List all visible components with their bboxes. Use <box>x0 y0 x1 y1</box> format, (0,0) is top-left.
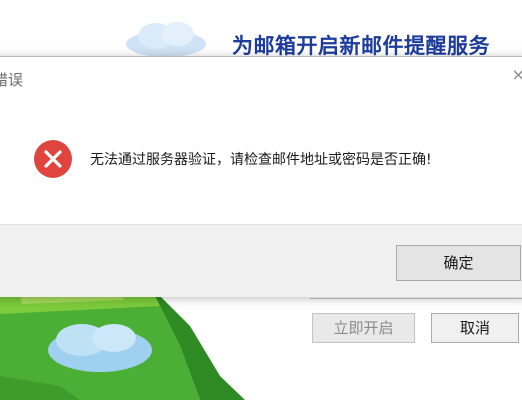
error-icon <box>34 140 72 178</box>
divider <box>310 298 522 299</box>
dialog-footer: 确定 <box>0 224 522 297</box>
ok-button[interactable]: 确定 <box>396 245 521 281</box>
cloud-decoration <box>126 22 206 57</box>
cancel-button[interactable]: 取消 <box>431 313 519 343</box>
error-dialog: 错误 × 无法通过服务器验证，请检查邮件地址或密码是否正确! 确定 <box>0 56 522 297</box>
mailbox-illustration <box>0 286 245 400</box>
dialog-title: 错误 <box>0 71 24 89</box>
error-message: 无法通过服务器验证，请检查邮件地址或密码是否正确! <box>90 152 432 168</box>
close-icon[interactable]: × <box>512 65 522 84</box>
enable-now-button[interactable]: 立即开启 <box>312 313 415 343</box>
